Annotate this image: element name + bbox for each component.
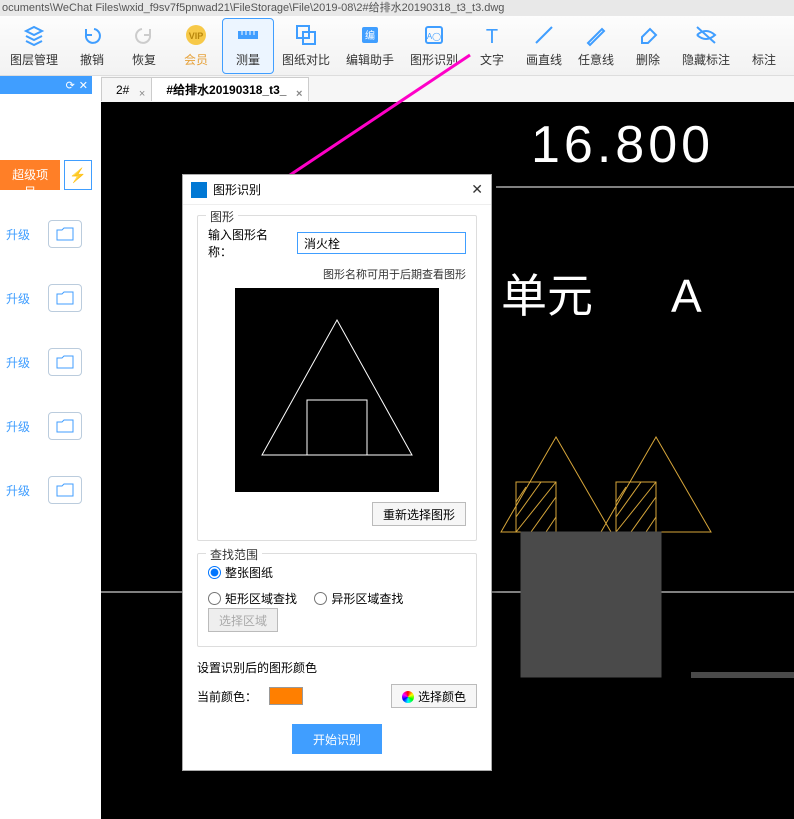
shape-name-input[interactable] (297, 232, 466, 254)
eraser-icon (636, 23, 660, 47)
document-tab[interactable]: #给排水20190318_t3_× (151, 77, 309, 101)
edit-icon: 编 (358, 23, 382, 47)
side-row: 升级 (6, 476, 92, 504)
compare-button[interactable]: 图纸对比 (274, 18, 338, 74)
upgrade-link[interactable]: 升级 (6, 354, 30, 371)
name-label: 输入图形名称： (208, 226, 291, 260)
panel-close-icon[interactable]: ✕ (79, 79, 88, 92)
panel-header: ⟳ ✕ (0, 76, 92, 94)
canvas-number: 16.800 (531, 116, 714, 174)
mark-button[interactable]: 标注 (738, 18, 790, 74)
current-color-label: 当前颜色： (197, 688, 257, 705)
canvas-letter: A (671, 270, 702, 322)
folder-button[interactable] (48, 348, 82, 376)
radio-irregular[interactable]: 异形区域查找 (314, 590, 403, 607)
radio-rect[interactable]: 矩形区域查找 (208, 590, 297, 607)
freeline-button[interactable]: 任意线 (570, 18, 622, 74)
folder-button[interactable] (48, 284, 82, 312)
side-panel: 升级 升级 升级 升级 升级 (0, 160, 92, 504)
pin-icon[interactable]: ⟳ (66, 79, 75, 92)
text-icon: T (480, 23, 504, 47)
vip-icon: VIP (184, 23, 208, 47)
side-row: 升级 (6, 348, 92, 376)
dialog-title: 图形识别 (213, 181, 471, 198)
dialog-close-button[interactable]: ✕ (471, 181, 483, 198)
shape-recognize-dialog: 图形识别 ✕ 图形 输入图形名称： 图形名称可用于后期查看图形 重新选择图形 查… (182, 174, 492, 771)
dialog-icon (191, 182, 207, 198)
dialog-titlebar[interactable]: 图形识别 ✕ (183, 175, 491, 205)
undo-button[interactable]: 撤销 (66, 18, 118, 74)
svg-text:编: 编 (365, 29, 375, 42)
layer-manage-button[interactable]: 图层管理 (2, 18, 66, 74)
vip-button[interactable]: VIP 会员 (170, 18, 222, 74)
side-row: 升级 (6, 284, 92, 312)
upgrade-link[interactable]: 升级 (6, 226, 30, 243)
color-section-label: 设置识别后的图形颜色 (197, 659, 477, 676)
measure-button[interactable]: 测量 (222, 18, 274, 74)
title-bar: ocuments\WeChat Files\wxid_f9sv7f5pnwad2… (0, 0, 794, 16)
undo-icon (80, 23, 104, 47)
side-row: 升级 (6, 412, 92, 440)
redo-button[interactable]: 恢复 (118, 18, 170, 74)
svg-text:A◯: A◯ (427, 32, 441, 41)
pencil-icon (584, 23, 608, 47)
shape-preview (235, 288, 439, 492)
canvas-unit: 单元 (501, 270, 593, 322)
upgrade-link[interactable]: 升级 (6, 290, 30, 307)
shape-recognize-button[interactable]: A◯ 图形识别 (402, 18, 466, 74)
recognize-icon: A◯ (422, 23, 446, 47)
ruler-icon (236, 23, 260, 47)
layers-icon (22, 23, 46, 47)
upgrade-link[interactable]: 升级 (6, 482, 30, 499)
pick-color-button[interactable]: 选择颜色 (391, 684, 477, 708)
upgrade-link[interactable]: 升级 (6, 418, 30, 435)
document-tab[interactable]: 2#× (101, 77, 152, 101)
text-button[interactable]: T 文字 (466, 18, 518, 74)
mark-icon (752, 23, 776, 47)
radio-whole[interactable]: 整张图纸 (208, 564, 273, 581)
name-hint: 图形名称可用于后期查看图形 (208, 266, 466, 282)
select-area-button: 选择区域 (208, 608, 278, 632)
reselect-shape-button[interactable]: 重新选择图形 (372, 502, 466, 526)
line-icon (532, 23, 556, 47)
current-color-swatch (269, 687, 303, 705)
group-label: 查找范围 (206, 546, 262, 563)
hide-note-button[interactable]: 隐藏标注 (674, 18, 738, 74)
svg-text:VIP: VIP (189, 31, 204, 41)
side-row: 升级 (6, 220, 92, 248)
eye-off-icon (694, 23, 718, 47)
tab-bar: 2#× #给排水20190318_t3_× (101, 76, 794, 102)
compare-icon (294, 23, 318, 47)
color-wheel-icon (402, 691, 414, 703)
redo-icon (132, 23, 156, 47)
group-label: 图形 (206, 208, 238, 225)
folder-button[interactable] (48, 220, 82, 248)
edit-helper-button[interactable]: 编 编辑助手 (338, 18, 402, 74)
svg-text:T: T (486, 26, 498, 47)
folder-button[interactable] (48, 476, 82, 504)
delete-button[interactable]: 删除 (622, 18, 674, 74)
folder-button[interactable] (48, 412, 82, 440)
start-recognize-button[interactable]: 开始识别 (292, 724, 382, 754)
line-button[interactable]: 画直线 (518, 18, 570, 74)
main-toolbar: 图层管理 撤销 恢复 VIP 会员 测量 图纸对比 编 编辑助手 A◯ 图形识别… (0, 16, 794, 76)
